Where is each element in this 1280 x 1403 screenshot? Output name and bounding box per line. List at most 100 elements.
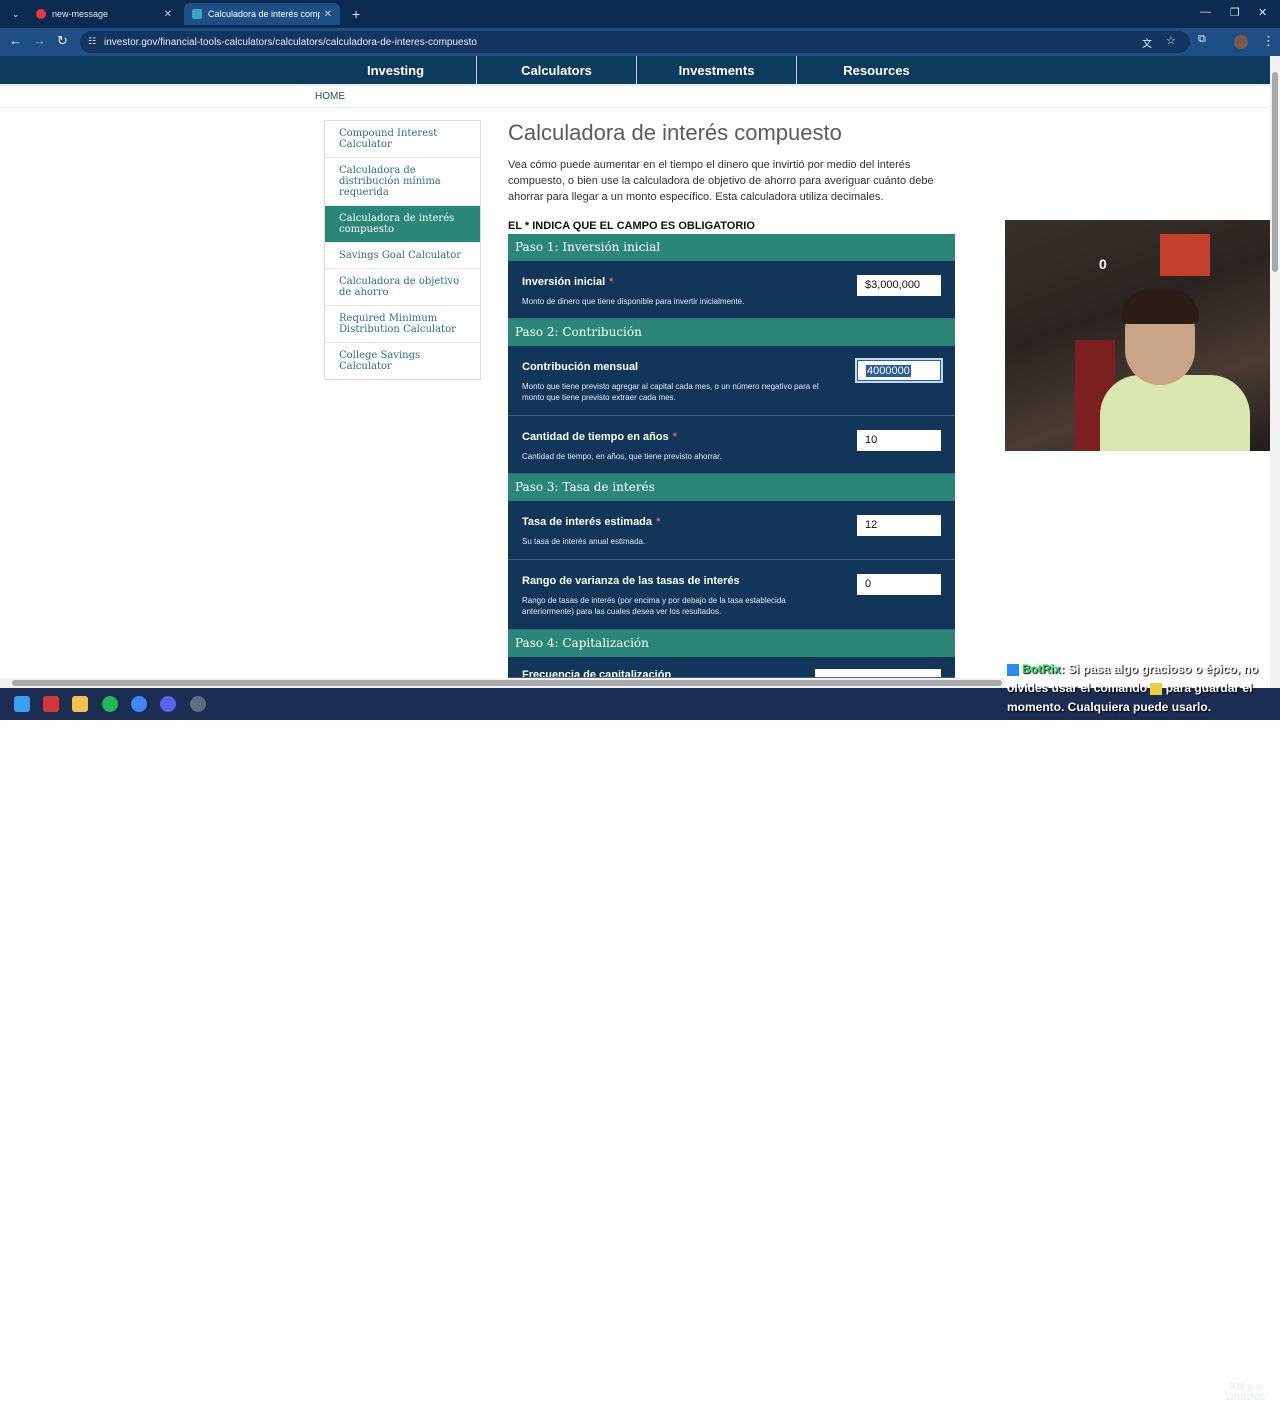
rate-variance-input[interactable]: 0 (857, 574, 941, 595)
windows-start-icon[interactable] (14, 696, 30, 712)
interest-rate-desc: Su tasa de interés anual estimada. (522, 537, 646, 546)
required-star: * (672, 431, 677, 443)
extensions-icon[interactable]: ⧉ (1198, 33, 1206, 46)
bookmark-star-icon[interactable]: ☆ (1166, 34, 1176, 47)
years-row: Cantidad de tiempo en años * Cantidad de … (508, 416, 955, 474)
system-clock[interactable]: 9:18 p. m. 12/10/2025 (1225, 1381, 1265, 1403)
chrome-icon[interactable] (131, 696, 147, 712)
compounding-label: Frecuencia de capitalización (522, 669, 672, 678)
interest-rate-label: Tasa de interés estimada * (522, 516, 660, 528)
label-text: Inversión inicial (522, 276, 606, 288)
sidebar-item-objetivo-ahorro[interactable]: Calculadora de objetivo de ahorro (325, 269, 480, 306)
tab-list-button[interactable]: ⌄ (4, 3, 22, 25)
profile-avatar[interactable] (1234, 35, 1248, 49)
initial-investment-row: Inversión inicial * Monto de dinero que t… (508, 261, 955, 319)
required-star: * (656, 516, 661, 528)
streamer-shirt (1100, 375, 1250, 451)
initial-investment-desc: Monto de dinero que tiene disponible par… (522, 297, 745, 306)
sidebar-item-savings-goal[interactable]: Savings Goal Calculator (325, 243, 480, 269)
step3-heading: Paso 3: Tasa de interés (508, 474, 955, 501)
interest-rate-row: Tasa de interés estimada * Su tasa de int… (508, 501, 955, 560)
streamer-hair (1121, 290, 1199, 324)
chat-username: BotRix (1022, 662, 1061, 676)
translate-icon[interactable]: 文 (1142, 35, 1152, 50)
step2-heading: Paso 2: Contribución (508, 319, 955, 346)
nav-investing[interactable]: Investing (315, 56, 476, 84)
url-text: investor.gov/financial-tools-calculators… (104, 36, 477, 48)
webcam-counter: 0 (1099, 256, 1107, 272)
sidebar-item-required-minimum[interactable]: Required Minimum Distribution Calculator (325, 306, 480, 343)
vertical-scrollbar[interactable] (1270, 56, 1280, 688)
webcam-overlay: 0 (1005, 220, 1280, 451)
intro-text: Vea cómo puede aumentar en el tiempo el … (508, 159, 934, 203)
reload-icon[interactable]: ↻ (57, 33, 68, 49)
app-icon[interactable] (190, 696, 206, 712)
minimize-icon[interactable]: — (1200, 6, 1211, 18)
monthly-contribution-label: Contribución mensual (522, 361, 639, 373)
compounding-row: Frecuencia de capitalización (508, 657, 955, 678)
compounding-select[interactable] (815, 669, 941, 677)
initial-investment-input[interactable]: $3,000,000 (857, 275, 941, 296)
step1-heading: Paso 1: Inversión inicial (508, 234, 955, 261)
wall-poster (1160, 234, 1210, 276)
forward-arrow-icon[interactable]: → (33, 33, 46, 48)
new-tab-button[interactable]: + (344, 3, 364, 25)
monthly-contribution-row: Contribución mensual Monto que tiene pre… (508, 346, 955, 416)
stream-chat-overlay: BotRix: Si pasa algo gracioso o épico, n… (1005, 660, 1280, 720)
page-title: Calculadora de interés compuesto (508, 120, 842, 145)
command-icon (1150, 682, 1163, 695)
rate-variance-desc: Rango de tasas de interés (por encima y … (522, 596, 786, 616)
monthly-contribution-desc: Monto que tiene previsto agregar al capi… (522, 382, 819, 402)
sidebar-item-college-savings[interactable]: College Savings Calculator (325, 343, 480, 379)
bot-badge-icon (1007, 663, 1019, 676)
rate-variance-row: Rango de varianza de las tasas de interé… (508, 560, 955, 630)
close-window-icon[interactable]: ✕ (1258, 6, 1267, 19)
file-explorer-icon[interactable] (72, 696, 88, 712)
tab-new-message[interactable]: new-message ✕ (28, 3, 180, 25)
years-desc: Cantidad de tiempo, en años, que tiene p… (522, 452, 722, 461)
close-icon[interactable]: ✕ (324, 9, 332, 20)
notification-icon (36, 9, 46, 19)
label-text: Tasa de interés estimada (522, 516, 653, 528)
required-note: EL * INDICA QUE EL CAMPO ES OBLIGATORIO (508, 220, 755, 232)
monthly-contribution-input[interactable]: 4000000 (855, 358, 943, 383)
app-icon[interactable] (43, 696, 59, 712)
sidebar-item-interes-compuesto[interactable]: Calculadora de interés compuesto (325, 206, 480, 243)
tab-calculadora[interactable]: Calculadora de interés compue ✕ (184, 3, 340, 25)
sidebar-item-compound-interest[interactable]: Compound Interest Calculator (325, 121, 480, 158)
rate-variance-label: Rango de varianza de las tasas de interé… (522, 575, 740, 587)
scroll-thumb[interactable] (1272, 72, 1278, 272)
browser-tab-bar: ⌄ new-message ✕ Calculadora de interés c… (0, 0, 1280, 28)
calculator-sidebar: Compound Interest Calculator Calculadora… (324, 120, 481, 380)
years-input[interactable]: 10 (857, 430, 941, 451)
menu-kebab-icon[interactable]: ⋮ (1262, 33, 1275, 49)
breadcrumb-bar: HOME (0, 84, 1270, 108)
nav-calculators[interactable]: Calculators (476, 56, 636, 84)
required-star: * (609, 276, 614, 288)
step4-heading: Paso 4: Capitalización (508, 630, 955, 657)
initial-investment-label: Inversión inicial * (522, 276, 613, 288)
chevron-down-icon: ⌄ (12, 8, 20, 19)
browser-toolbar: ← → ↻ ☷ investor.gov/financial-tools-cal… (0, 28, 1280, 56)
discord-icon[interactable] (160, 696, 176, 712)
address-bar[interactable]: ☷ investor.gov/financial-tools-calculato… (80, 31, 1190, 53)
interest-rate-input[interactable]: 12 (857, 515, 941, 536)
back-arrow-icon[interactable]: ← (9, 33, 22, 48)
clock-time: 9:18 p. m. (1229, 1382, 1266, 1391)
horizontal-scroll-thumb[interactable] (12, 680, 1002, 686)
site-info-icon[interactable]: ☷ (88, 36, 96, 47)
nav-resources[interactable]: Resources (796, 56, 956, 84)
tab-label: new-message (52, 9, 109, 19)
nav-investments[interactable]: Investments (636, 56, 796, 84)
restore-icon[interactable]: ❐ (1230, 6, 1240, 19)
horizontal-scrollbar[interactable] (0, 678, 1005, 688)
spotify-icon[interactable] (102, 696, 118, 712)
tab-label: Calculadora de interés compue (208, 9, 320, 19)
label-text: Cantidad de tiempo en años (522, 431, 669, 443)
site-favicon-icon (192, 9, 202, 19)
clock-date: 12/10/2025 (1225, 1393, 1266, 1402)
sidebar-item-distribucion-minima[interactable]: Calculadora de distribución mínima reque… (325, 158, 480, 206)
breadcrumb-home[interactable]: HOME (315, 91, 345, 102)
close-icon[interactable]: ✕ (164, 9, 172, 20)
site-nav-bar: Investing Calculators Investments Resour… (0, 56, 1270, 84)
